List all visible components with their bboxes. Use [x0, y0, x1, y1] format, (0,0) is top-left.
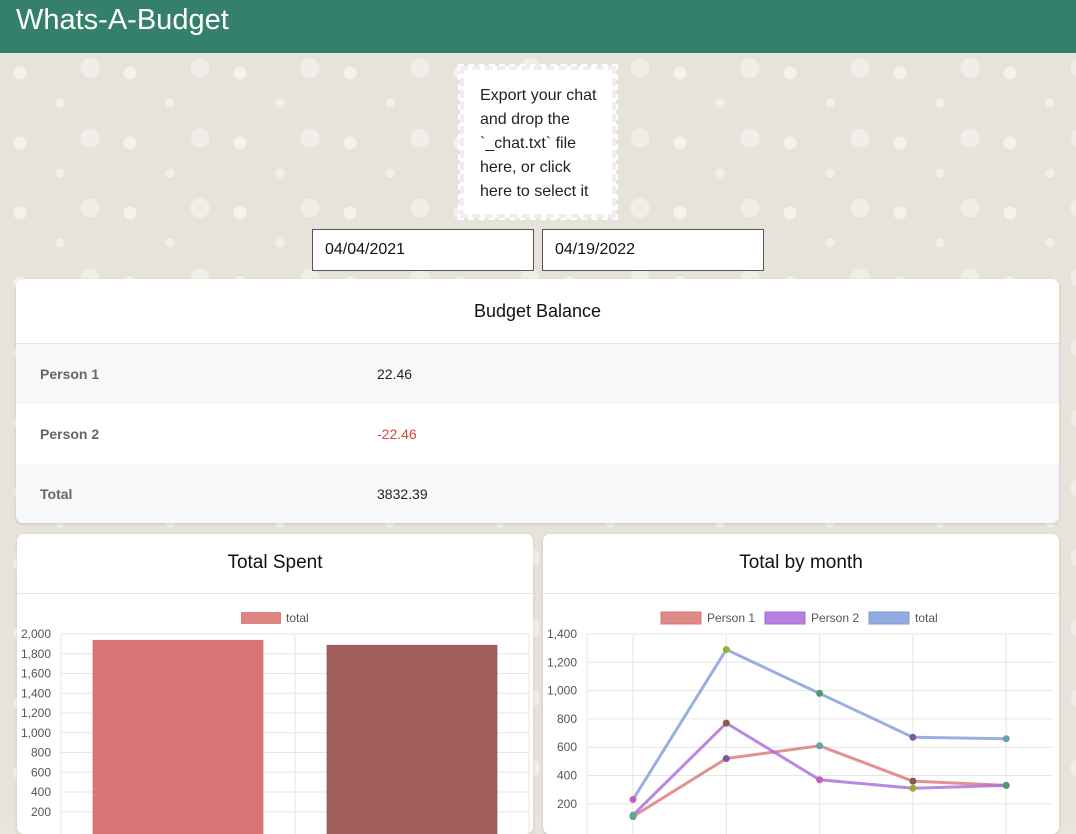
balance-row-value: -22.46: [377, 426, 417, 442]
balance-row-person-2: Person 2 -22.46: [16, 404, 1059, 464]
balance-row-label: Person 2: [40, 426, 100, 442]
bar-1: [92, 639, 264, 834]
budget-balance-card: Budget Balance Person 1 22.46 Person 2 -…: [16, 279, 1059, 523]
total-by-month-title: Total by month: [543, 534, 1059, 594]
y-tick-label: 800: [557, 712, 577, 726]
legend-label-total: total: [915, 611, 938, 625]
balance-row-total: Total 3832.39: [16, 464, 1059, 523]
data-point: [722, 719, 730, 727]
data-point: [816, 689, 824, 697]
legend-label-person-1: Person 1: [707, 611, 755, 625]
y-tick-label: 1,200: [21, 706, 51, 720]
total-spent-card: Total Spent total 2,000 1,800 1,600 1,400 1,2…: [17, 534, 533, 834]
balance-row-label: Total: [40, 486, 73, 502]
data-point: [909, 733, 917, 741]
y-tick-label: 1,400: [547, 627, 577, 641]
total-by-month-card: Total by month Person 1 Person 2 total 1,40…: [543, 534, 1059, 834]
total-spent-bar-chart: total 2,000 1,800 1,600 1,400 1,200 1,000 800 60…: [21, 611, 530, 834]
balance-row-person-1: Person 1 22.46: [16, 344, 1059, 404]
app-header: Whats-A-Budget: [0, 0, 1076, 53]
legend-swatch-total: [241, 612, 281, 624]
y-tick-label: 600: [557, 740, 577, 754]
y-tick-label: 800: [31, 746, 51, 760]
y-tick-label: 200: [31, 805, 51, 819]
balance-row-label: Person 1: [40, 366, 100, 382]
data-point: [909, 784, 917, 792]
data-point: [816, 776, 824, 784]
y-tick-label: 400: [31, 785, 51, 799]
data-point: [816, 742, 824, 750]
y-tick-label: 200: [557, 797, 577, 811]
y-tick-label: 400: [557, 769, 577, 783]
data-point: [1002, 781, 1010, 789]
y-tick-label: 1,000: [547, 684, 577, 698]
data-point: [1002, 735, 1010, 743]
legend-swatch-person-1: [660, 611, 702, 625]
data-point: [629, 796, 637, 804]
end-date-input[interactable]: [542, 229, 764, 271]
app-title: Whats-A-Budget: [16, 4, 229, 36]
total-by-month-line-chart: Person 1 Person 2 total 1,400 1,200 1,000 800 6…: [547, 611, 1053, 834]
chat-file-dropzone[interactable]: Export your chat and drop the `_chat.txt…: [458, 64, 618, 220]
y-tick-label: 600: [31, 765, 51, 779]
data-point: [722, 646, 730, 654]
start-date-input[interactable]: [312, 229, 534, 271]
balance-row-value: 22.46: [377, 366, 413, 382]
budget-balance-title: Budget Balance: [16, 279, 1059, 344]
y-tick-label: 1,600: [21, 667, 51, 681]
legend-label-total: total: [286, 611, 309, 625]
y-tick-label: 2,000: [21, 627, 51, 641]
data-point: [722, 755, 730, 763]
total-spent-title: Total Spent: [17, 534, 533, 594]
y-tick-label: 1,800: [21, 647, 51, 661]
y-tick-label: 1,400: [21, 686, 51, 700]
balance-row-value: 3832.39: [377, 486, 428, 502]
bar-2: [326, 644, 498, 834]
legend-swatch-total: [868, 611, 910, 625]
legend-label-person-2: Person 2: [811, 611, 859, 625]
y-tick-label: 1,000: [21, 726, 51, 740]
data-point: [629, 811, 637, 819]
data-point: [909, 777, 917, 785]
legend-swatch-person-2: [764, 611, 806, 625]
y-tick-label: 1,200: [547, 655, 577, 669]
